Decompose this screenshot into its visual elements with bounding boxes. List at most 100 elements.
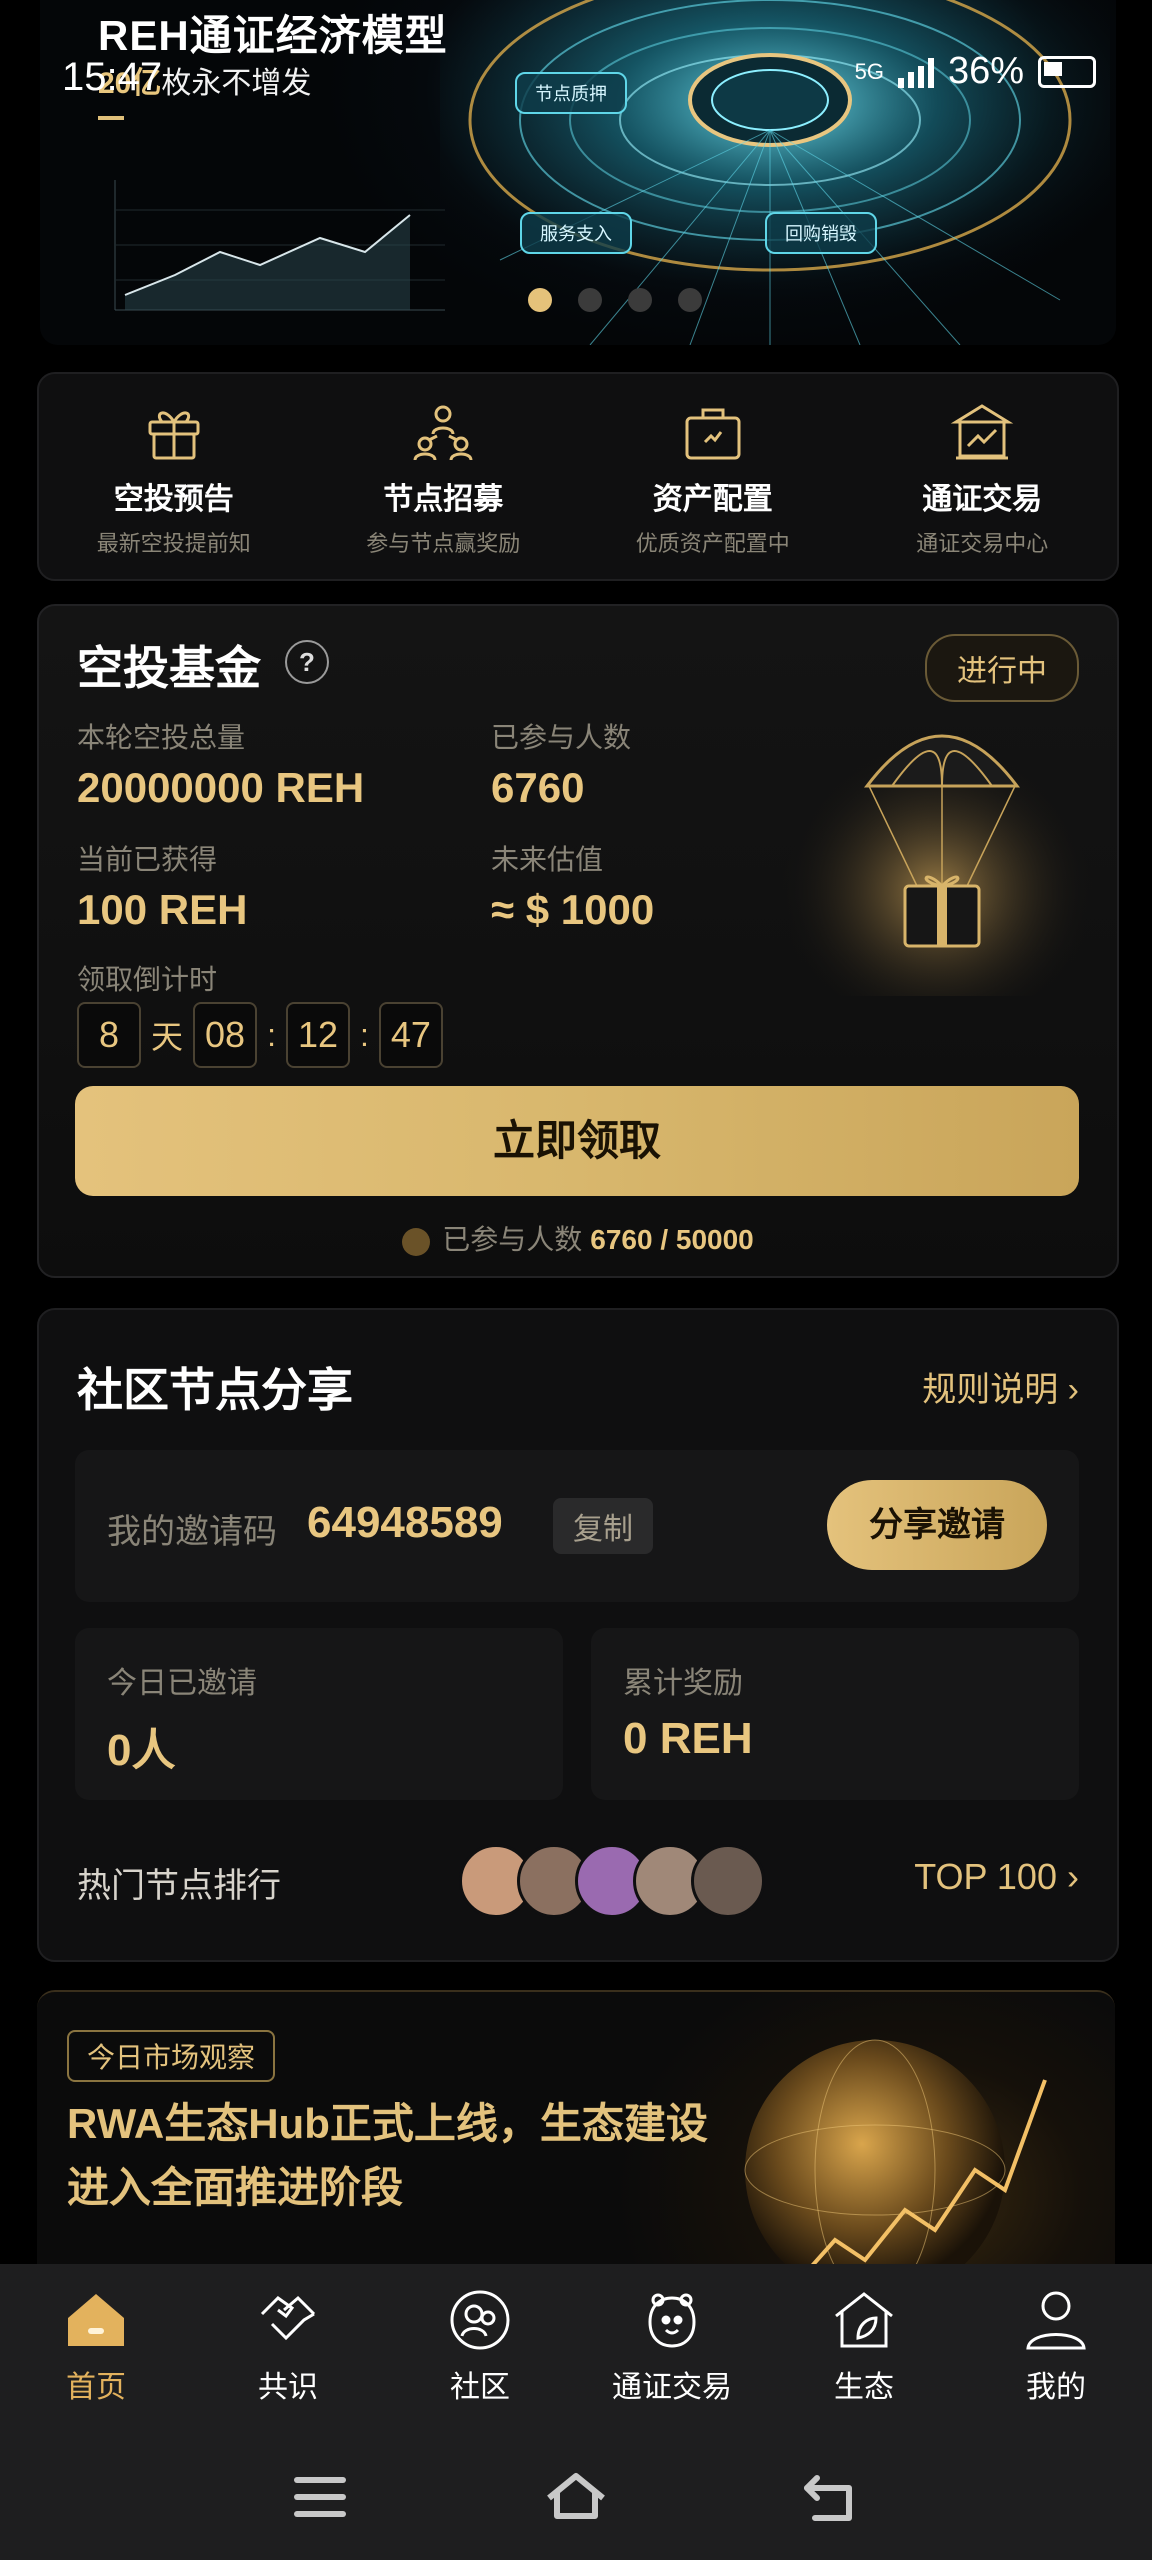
pagination-dot[interactable] (578, 288, 602, 312)
menu-title: 通证交易 (922, 483, 1043, 516)
countdown-minutes: 12 (285, 1002, 350, 1068)
invite-code-box: 我的邀请码 64948589 复制 分享邀请 (75, 1450, 1079, 1602)
countdown-separator: : (267, 1016, 276, 1053)
status-time: 15:47 (62, 55, 163, 99)
share-invite-button[interactable]: 分享邀请 (827, 1480, 1047, 1570)
pagination-dot[interactable] (678, 288, 702, 312)
banner-tag: 服务支入 (520, 212, 632, 254)
chevron-right-icon: › (1067, 1371, 1079, 1409)
news-headline: RWA生态Hub正式上线，生态建设进入全面推进阶段 (67, 2100, 708, 2211)
menu-node-recruit[interactable]: 节点招募 参与节点赢奖励 (309, 374, 579, 579)
chevron-right-icon: › (1067, 1856, 1079, 1897)
total-reward-box: 累计奖励 0 REH (591, 1628, 1079, 1800)
menu-token-trade[interactable]: 通证交易 通证交易中心 (848, 374, 1118, 579)
system-navigation-bar (0, 2432, 1152, 2560)
banner-subtitle-text: 枚永不增发 (161, 67, 312, 100)
battery-icon (1038, 55, 1096, 88)
rules-link-label: 规则说明 (922, 1371, 1059, 1409)
earned-label: 当前已获得 (77, 844, 218, 875)
top-100-label: TOP 100 (914, 1856, 1057, 1897)
menu-icon[interactable] (285, 2462, 355, 2532)
community-node-share-card: 社区节点分享 规则说明 › 我的邀请码 64948589 复制 分享邀请 今日已… (37, 1308, 1119, 1962)
menu-subtitle: 最新空投提前知 (96, 531, 251, 556)
airdrop-title: 空投基金 (77, 642, 261, 694)
ecosystem-icon (835, 2292, 893, 2348)
earned-value: 100 REH (77, 886, 248, 933)
nav-label: 我的 (1026, 2371, 1086, 2404)
hot-node-ranking-label: 热门节点排行 (77, 1867, 281, 1905)
pagination-dot[interactable] (528, 288, 552, 312)
signal-icon (897, 56, 934, 88)
invite-code-value: 64948589 (307, 1498, 503, 1547)
avatar[interactable] (691, 1844, 765, 1918)
total-amount-value: 20000000 REH (77, 764, 365, 811)
countdown-hours: 08 (193, 1002, 258, 1068)
top-node-avatars[interactable] (459, 1844, 765, 1918)
menu-title: 节点招募 (383, 483, 504, 516)
pagination-dot[interactable] (628, 288, 652, 312)
bottom-navigation: 首页 共识 社区 通证交易 生态 我的 (0, 2264, 1152, 2432)
nav-consensus[interactable]: 共识 (192, 2264, 384, 2432)
participants-progress-label: 已参与人数 (442, 1224, 583, 1255)
banner-title: REH通证经济模型 (98, 12, 448, 59)
menu-subtitle: 优质资产配置中 (635, 531, 790, 556)
invite-code-label: 我的邀请码 (107, 1513, 277, 1551)
battery-percent: 36% (947, 50, 1024, 92)
countdown-separator: : (360, 1016, 369, 1053)
countdown-seconds: 47 (378, 1002, 443, 1068)
share-title: 社区节点分享 (77, 1364, 353, 1416)
nav-label: 社区 (450, 2371, 510, 2404)
status-indicators: 5G 36% (855, 50, 1096, 93)
participants-progress: 已参与人数 6760 / 50000 (39, 1218, 1117, 1258)
airdrop-fund-card: 空投基金 ? 进行中 本轮空投总量 20000000 REH 已参与人数 676… (37, 604, 1119, 1278)
help-icon[interactable]: ? (285, 640, 329, 684)
claim-now-button[interactable]: 立即领取 (75, 1086, 1079, 1196)
countdown-timer: 8 天 08 : 12 : 47 (77, 1002, 443, 1068)
copy-button[interactable]: 复制 (553, 1498, 653, 1554)
quick-menu: 空投预告 最新空投提前知 节点招募 参与节点赢奖励 资产配置 优质资产配置中 通… (37, 372, 1119, 581)
node-people-icon (413, 405, 473, 461)
participants-progress-value: 6760 / 50000 (590, 1224, 754, 1255)
participants-value: 6760 (491, 764, 585, 811)
network-type: 5G (854, 58, 884, 84)
parachute-gift-illustration (777, 696, 1097, 996)
menu-subtitle: 通证交易中心 (916, 531, 1049, 556)
token-trade-icon (648, 2293, 696, 2348)
menu-asset-allocation[interactable]: 资产配置 优质资产配置中 (578, 374, 848, 579)
handshake-icon (260, 2295, 316, 2341)
countdown-days: 8 (77, 1002, 141, 1068)
countdown-label: 领取倒计时 (77, 964, 218, 995)
nav-profile[interactable]: 我的 (960, 2264, 1152, 2432)
top-100-link[interactable]: TOP 100 › (914, 1856, 1079, 1898)
total-reward-label: 累计奖励 (623, 1667, 743, 1700)
menu-subtitle: 参与节点赢奖励 (366, 531, 521, 556)
nav-label: 共识 (258, 2371, 318, 2404)
nav-home[interactable]: 首页 (0, 2264, 192, 2432)
nav-ecosystem[interactable]: 生态 (768, 2264, 960, 2432)
nav-community[interactable]: 社区 (384, 2264, 576, 2432)
community-icon (450, 2290, 510, 2350)
back-icon[interactable] (797, 2462, 867, 2532)
countdown-day-unit: 天 (151, 1019, 184, 1055)
menu-title: 空投预告 (113, 483, 234, 516)
market-news-card[interactable]: 今日市场观察 RWA生态Hub正式上线，生态建设进入全面推进阶段 (37, 1990, 1115, 2272)
banner-tag: 回购销毁 (765, 212, 877, 254)
menu-airdrop-preview[interactable]: 空投预告 最新空投提前知 (39, 374, 309, 579)
nav-label: 通证交易 (612, 2371, 732, 2404)
banner-line-chart (114, 180, 445, 311)
status-badge: 进行中 (925, 634, 1079, 702)
nav-label: 首页 (66, 2371, 126, 2404)
today-invited-label: 今日已邀请 (107, 1667, 257, 1700)
news-tag: 今日市场观察 (67, 2030, 276, 2082)
banner-tag: 节点质押 (515, 72, 627, 114)
rules-link[interactable]: 规则说明 › (922, 1362, 1079, 1411)
today-invited-box: 今日已邀请 0人 (75, 1628, 563, 1800)
banner-pagination[interactable] (528, 288, 702, 312)
banner-divider (98, 116, 124, 120)
briefcase-icon (685, 408, 741, 460)
home-outline-icon[interactable] (541, 2462, 611, 2532)
nav-token-trade[interactable]: 通证交易 (576, 2264, 768, 2432)
menu-title: 资产配置 (652, 483, 773, 516)
estimate-value: ≈ $ 1000 (491, 886, 655, 933)
participants-label: 已参与人数 (491, 722, 632, 753)
